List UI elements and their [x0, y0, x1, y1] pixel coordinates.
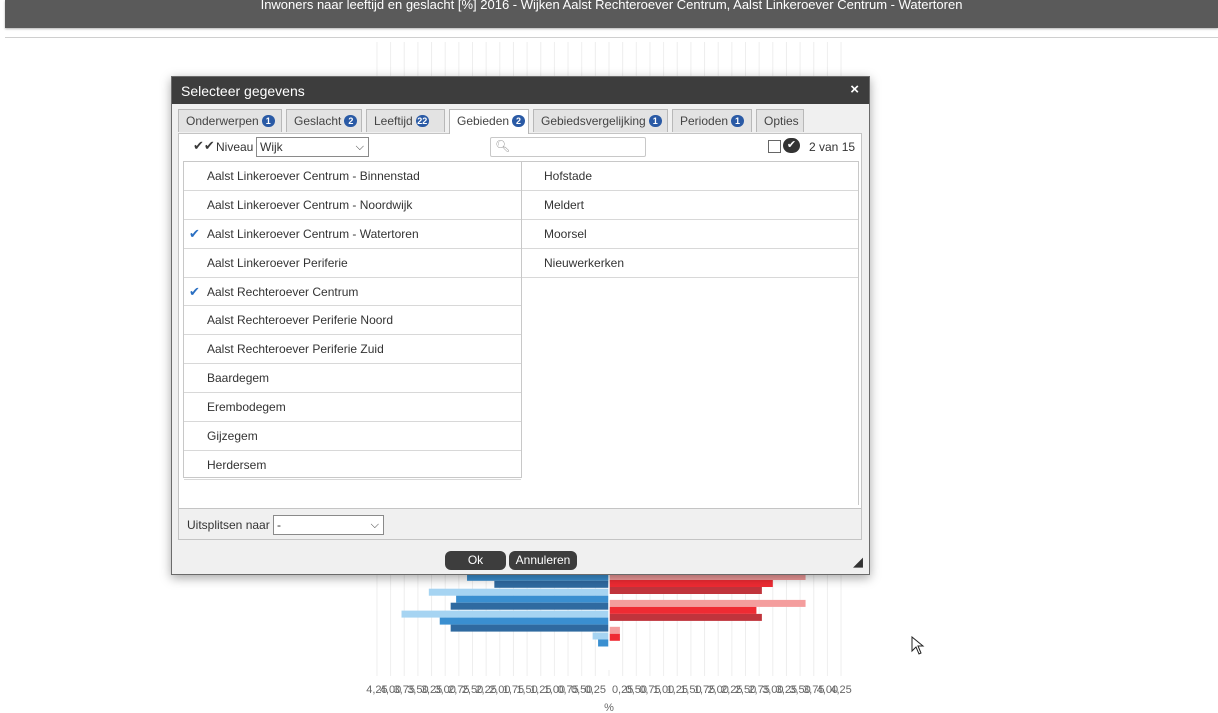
male-bar [401, 610, 609, 618]
area-label: Aalst Rechteroever Periferie Zuid [207, 342, 384, 357]
chevron-down-icon: ⌵ [355, 141, 364, 153]
female-bar [609, 587, 762, 594]
male-bar [450, 624, 609, 632]
tab-leeftijd[interactable]: Leeftijd 22 [366, 109, 445, 132]
search-icon: 🔍︎ [495, 139, 511, 153]
male-bar [456, 595, 609, 603]
tab-label: Geslacht [294, 114, 342, 128]
female-bar [609, 599, 806, 607]
male-bar [598, 639, 609, 647]
tab-perioden[interactable]: Perioden 1 [672, 109, 752, 132]
male-bar [450, 602, 609, 610]
x-tick-label: 0,25 [585, 684, 606, 696]
area-list-item[interactable]: Meldert [522, 191, 858, 220]
tab-count-badge: 2 [512, 115, 526, 127]
tab-geslacht[interactable]: Geslacht 2 [286, 109, 362, 132]
level-select-value: Wijk [260, 140, 283, 154]
area-label: Nieuwerkerken [544, 255, 625, 270]
area-list-item[interactable]: Aalst Linkeroever Centrum - Binnenstad [184, 162, 521, 191]
female-bar [609, 580, 773, 587]
tab-label: Gebieden [457, 114, 510, 128]
area-label: Baardegem [207, 371, 270, 386]
split-bar: Uitsplitsen naar - ⌵ [178, 508, 862, 540]
tab-count-badge: 1 [731, 115, 745, 127]
area-list-item[interactable]: Hofstade [522, 162, 858, 191]
tab-gebiedsvergelijking[interactable]: Gebiedsvergelijking 1 [533, 109, 668, 132]
area-list-item[interactable]: Aalst Rechteroever Periferie Noord [184, 306, 521, 336]
area-list-item[interactable]: ✔ Aalst Linkeroever Centrum - Watertoren [184, 220, 521, 249]
area-list-item[interactable]: Nieuwerkerken [522, 249, 858, 278]
area-list-item[interactable]: Erembodegem [184, 393, 521, 423]
tab-gebieden[interactable]: Gebieden 2 [449, 109, 529, 134]
tab-count-badge: 1 [261, 115, 275, 127]
area-list-item[interactable]: Aalst Linkeroever Centrum - Noordwijk [184, 191, 521, 220]
area-label: Aalst Linkeroever Centrum - Watertoren [207, 226, 419, 241]
tab-label: Gebiedsvergelijking [541, 114, 646, 128]
female-bar [609, 613, 762, 621]
double-check-icon[interactable]: ✔✔ [193, 138, 215, 154]
area-label: Aalst Linkeroever Centrum - Noordwijk [207, 197, 413, 212]
level-label: Niveau [216, 140, 254, 154]
mouse-cursor-icon [911, 636, 925, 655]
select-data-dialog: Selecteer gegevens × Onderwerpen 1 Geslach… [171, 76, 870, 575]
area-label: Aalst Linkeroever Periferie [207, 255, 348, 270]
area-label: Hofstade [544, 169, 593, 183]
area-list-item[interactable]: Moorsel [522, 220, 858, 249]
male-bar [592, 632, 609, 640]
female-bar [609, 633, 620, 641]
area-label: Aalst Rechteroever Periferie Noord [207, 313, 394, 328]
area-toolbar: ✔✔ Niveau Wijk ⌵ 🔍︎ ✔ 2 van 15 [179, 134, 861, 160]
check-icon: ✔ [189, 283, 200, 299]
cancel-button[interactable]: Annuleren [509, 551, 577, 570]
area-label: Moorsel [544, 226, 587, 241]
check-all-icon[interactable]: ✔ [783, 138, 800, 153]
tab-count-badge: 2 [344, 115, 358, 127]
area-list-item[interactable]: Baardegem [184, 364, 521, 394]
dialog-title: Selecteer gegevens [181, 83, 305, 99]
area-list-item[interactable]: ✔ Aalst Rechteroever Centrum [184, 278, 521, 307]
area-label: Herdersem [207, 457, 267, 472]
tab-label: Leeftijd [374, 114, 413, 128]
male-bar [428, 588, 609, 596]
area-list-item[interactable]: Aalst Linkeroever Periferie [184, 249, 521, 278]
area-label: Erembodegem [207, 400, 286, 415]
x-axis-label: % [604, 702, 614, 713]
split-select[interactable]: - ⌵ [273, 515, 384, 535]
search-input[interactable]: 🔍︎ [490, 137, 646, 157]
area-label: Gijzegem [207, 429, 258, 444]
female-bar [609, 606, 757, 614]
area-list-item[interactable]: Gijzegem [184, 422, 521, 451]
level-select[interactable]: Wijk ⌵ [256, 137, 369, 157]
tab-onderwerpen[interactable]: Onderwerpen 1 [178, 109, 282, 132]
tab-label: Perioden [680, 114, 729, 128]
area-list-right: Hofstade Meldert Moorsel Nieuwerkerken [522, 161, 859, 505]
areas-panel: ✔✔ Niveau Wijk ⌵ 🔍︎ ✔ 2 van 15 Aalst Lin… [178, 133, 862, 540]
tab-label: Opties [764, 114, 799, 128]
tab-count-badge: 1 [648, 115, 662, 127]
selection-count: 2 van 15 [809, 140, 856, 154]
check-icon: ✔ [189, 225, 200, 241]
x-tick-label: 4,25 [830, 684, 851, 696]
area-list-item[interactable]: Herdersem [184, 451, 521, 480]
ok-button[interactable]: Ok [445, 551, 506, 570]
tab-opties[interactable]: Opties [756, 109, 804, 132]
area-label: Aalst Rechteroever Centrum [207, 284, 359, 299]
area-label: Meldert [544, 197, 585, 212]
female-bar [609, 626, 620, 634]
split-label: Uitsplitsen naar [187, 518, 270, 532]
resize-icon[interactable]: ◢ [853, 554, 863, 570]
area-list-left: Aalst Linkeroever Centrum - Binnenstad Aa… [183, 161, 522, 480]
close-icon[interactable]: × [850, 81, 859, 98]
dialog-header: Selecteer gegevens × [172, 77, 869, 104]
male-bar [494, 580, 609, 588]
select-all-checkbox[interactable] [768, 140, 781, 153]
area-list-item[interactable]: Aalst Rechteroever Periferie Zuid [184, 335, 521, 365]
area-label: Aalst Linkeroever Centrum - Binnenstad [207, 169, 420, 183]
split-select-value: - [277, 518, 281, 532]
tab-label: Onderwerpen [186, 114, 259, 128]
male-bar [439, 617, 609, 625]
tab-count-badge: 22 [415, 115, 429, 127]
chevron-down-icon: ⌵ [370, 519, 379, 531]
